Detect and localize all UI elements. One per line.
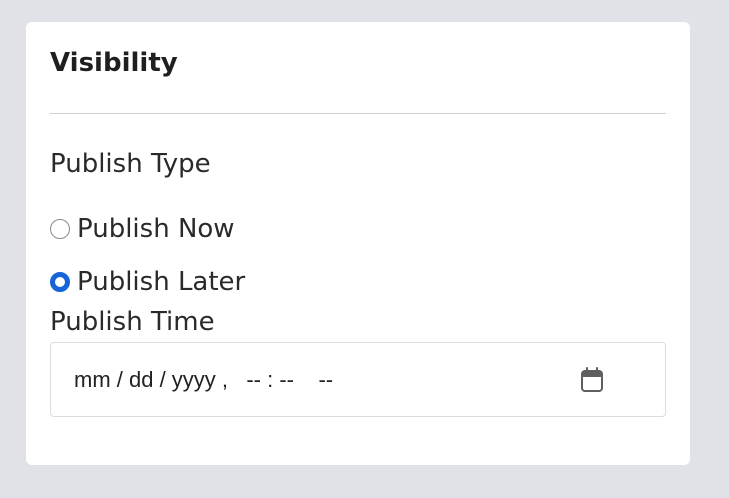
publish-time-label: Publish Time bbox=[50, 307, 215, 337]
publish-later-label[interactable]: Publish Later bbox=[77, 266, 245, 298]
publish-time-value[interactable]: mm / dd / yyyy , -- : -- -- bbox=[74, 365, 333, 395]
publish-type-label: Publish Type bbox=[50, 149, 211, 179]
publish-time-input[interactable]: mm / dd / yyyy , -- : -- -- bbox=[50, 342, 666, 417]
card-title: Visibility bbox=[50, 48, 178, 78]
divider bbox=[50, 113, 666, 114]
publish-now-radio[interactable] bbox=[50, 219, 70, 239]
visibility-card: Visibility Publish Type Publish Now Publ… bbox=[26, 22, 690, 465]
publish-now-label[interactable]: Publish Now bbox=[77, 213, 235, 245]
publish-later-option[interactable]: Publish Later bbox=[50, 266, 245, 298]
publish-now-option[interactable]: Publish Now bbox=[50, 213, 235, 245]
calendar-icon[interactable] bbox=[579, 367, 605, 393]
publish-later-radio[interactable] bbox=[50, 272, 70, 292]
